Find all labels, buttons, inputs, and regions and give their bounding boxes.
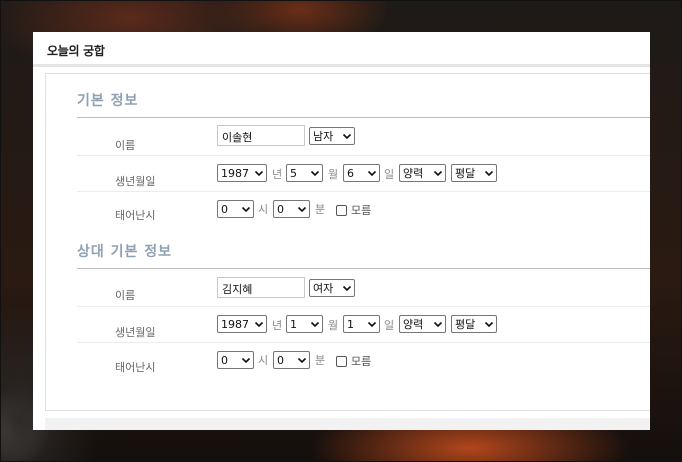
partner-month-select[interactable]: 1 xyxy=(286,315,323,333)
leap-month-select[interactable]: 평달 xyxy=(451,164,497,182)
chevron-down-icon xyxy=(484,321,494,328)
row-divider xyxy=(77,155,650,156)
partner-day-unit: 일 xyxy=(384,319,395,332)
chevron-down-icon xyxy=(342,133,352,140)
chevron-down-icon xyxy=(310,170,320,177)
day-select[interactable]: 6 xyxy=(343,164,380,182)
chevron-down-icon xyxy=(241,357,251,364)
year-unit: 년 xyxy=(272,168,283,181)
chevron-down-icon xyxy=(433,170,443,177)
partner-gender-select[interactable]: 여자 xyxy=(309,279,355,297)
partner-minute-select[interactable]: 0 xyxy=(273,351,310,369)
birth-time-label: 태어난시 xyxy=(115,209,156,222)
partner-minute-unit: 분 xyxy=(315,354,326,367)
row-divider xyxy=(77,306,650,307)
partner-unknown-time-option[interactable]: 모름 xyxy=(336,353,371,369)
row-divider xyxy=(77,342,650,343)
compatibility-card: 오늘의 궁합 기본 정보 이름 이솔현 남자 생년월일 1987 년 5 월 6… xyxy=(33,32,650,430)
chevron-down-icon xyxy=(484,170,494,177)
month-select[interactable]: 5 xyxy=(286,164,323,182)
unknown-time-option[interactable]: 모름 xyxy=(336,202,371,218)
chevron-down-icon xyxy=(367,321,377,328)
partner-birth-label: 생년월일 xyxy=(115,326,156,339)
card-title: 오늘의 궁합 xyxy=(47,44,105,58)
partner-hour-select[interactable]: 0 xyxy=(217,351,254,369)
partner-year-select[interactable]: 1987 xyxy=(217,315,267,333)
chevron-down-icon xyxy=(342,285,352,292)
section-title-partner-info: 상대 기본 정보 xyxy=(77,244,173,260)
minute-select[interactable]: 0 xyxy=(273,200,310,218)
chevron-down-icon xyxy=(297,357,307,364)
chevron-down-icon xyxy=(254,170,264,177)
chevron-down-icon xyxy=(367,170,377,177)
year-select[interactable]: 1987 xyxy=(217,164,267,182)
chevron-down-icon xyxy=(297,206,307,213)
birth-label: 생년월일 xyxy=(115,175,156,188)
card-header: 오늘의 궁합 xyxy=(33,32,650,67)
form-panel: 기본 정보 이름 이솔현 남자 생년월일 1987 년 5 월 6 일 양력 평… xyxy=(45,73,650,411)
gender-select[interactable]: 남자 xyxy=(309,127,355,145)
section-title-basic-info: 기본 정보 xyxy=(77,93,139,109)
chevron-down-icon xyxy=(241,206,251,213)
month-unit: 월 xyxy=(328,168,339,181)
row-divider xyxy=(77,191,650,192)
partner-name-label: 이름 xyxy=(115,289,136,302)
section-divider xyxy=(77,268,650,269)
partner-year-unit: 년 xyxy=(272,319,283,332)
partner-unknown-time-label: 모름 xyxy=(351,355,372,368)
partner-leap-month-select[interactable]: 평달 xyxy=(451,315,497,333)
day-unit: 일 xyxy=(384,168,395,181)
partner-hour-unit: 시 xyxy=(258,354,269,367)
chevron-down-icon xyxy=(254,321,264,328)
partner-month-unit: 월 xyxy=(328,319,339,332)
hour-unit: 시 xyxy=(258,203,269,216)
partner-birth-time-label: 태어난시 xyxy=(115,361,156,374)
chevron-down-icon xyxy=(310,321,320,328)
minute-unit: 분 xyxy=(315,203,326,216)
unknown-time-checkbox[interactable] xyxy=(336,204,347,216)
card-footer xyxy=(45,418,650,430)
unknown-time-label: 모름 xyxy=(351,204,372,217)
partner-unknown-time-checkbox[interactable] xyxy=(336,355,347,367)
partner-calendar-type-select[interactable]: 양력 xyxy=(399,315,446,333)
partner-name-input[interactable]: 김지혜 xyxy=(217,277,305,298)
chevron-down-icon xyxy=(433,321,443,328)
name-input[interactable]: 이솔현 xyxy=(217,125,305,146)
calendar-type-select[interactable]: 양력 xyxy=(399,164,446,182)
name-label: 이름 xyxy=(115,139,136,152)
partner-day-select[interactable]: 1 xyxy=(343,315,380,333)
hour-select[interactable]: 0 xyxy=(217,200,254,218)
section-divider xyxy=(77,117,650,118)
